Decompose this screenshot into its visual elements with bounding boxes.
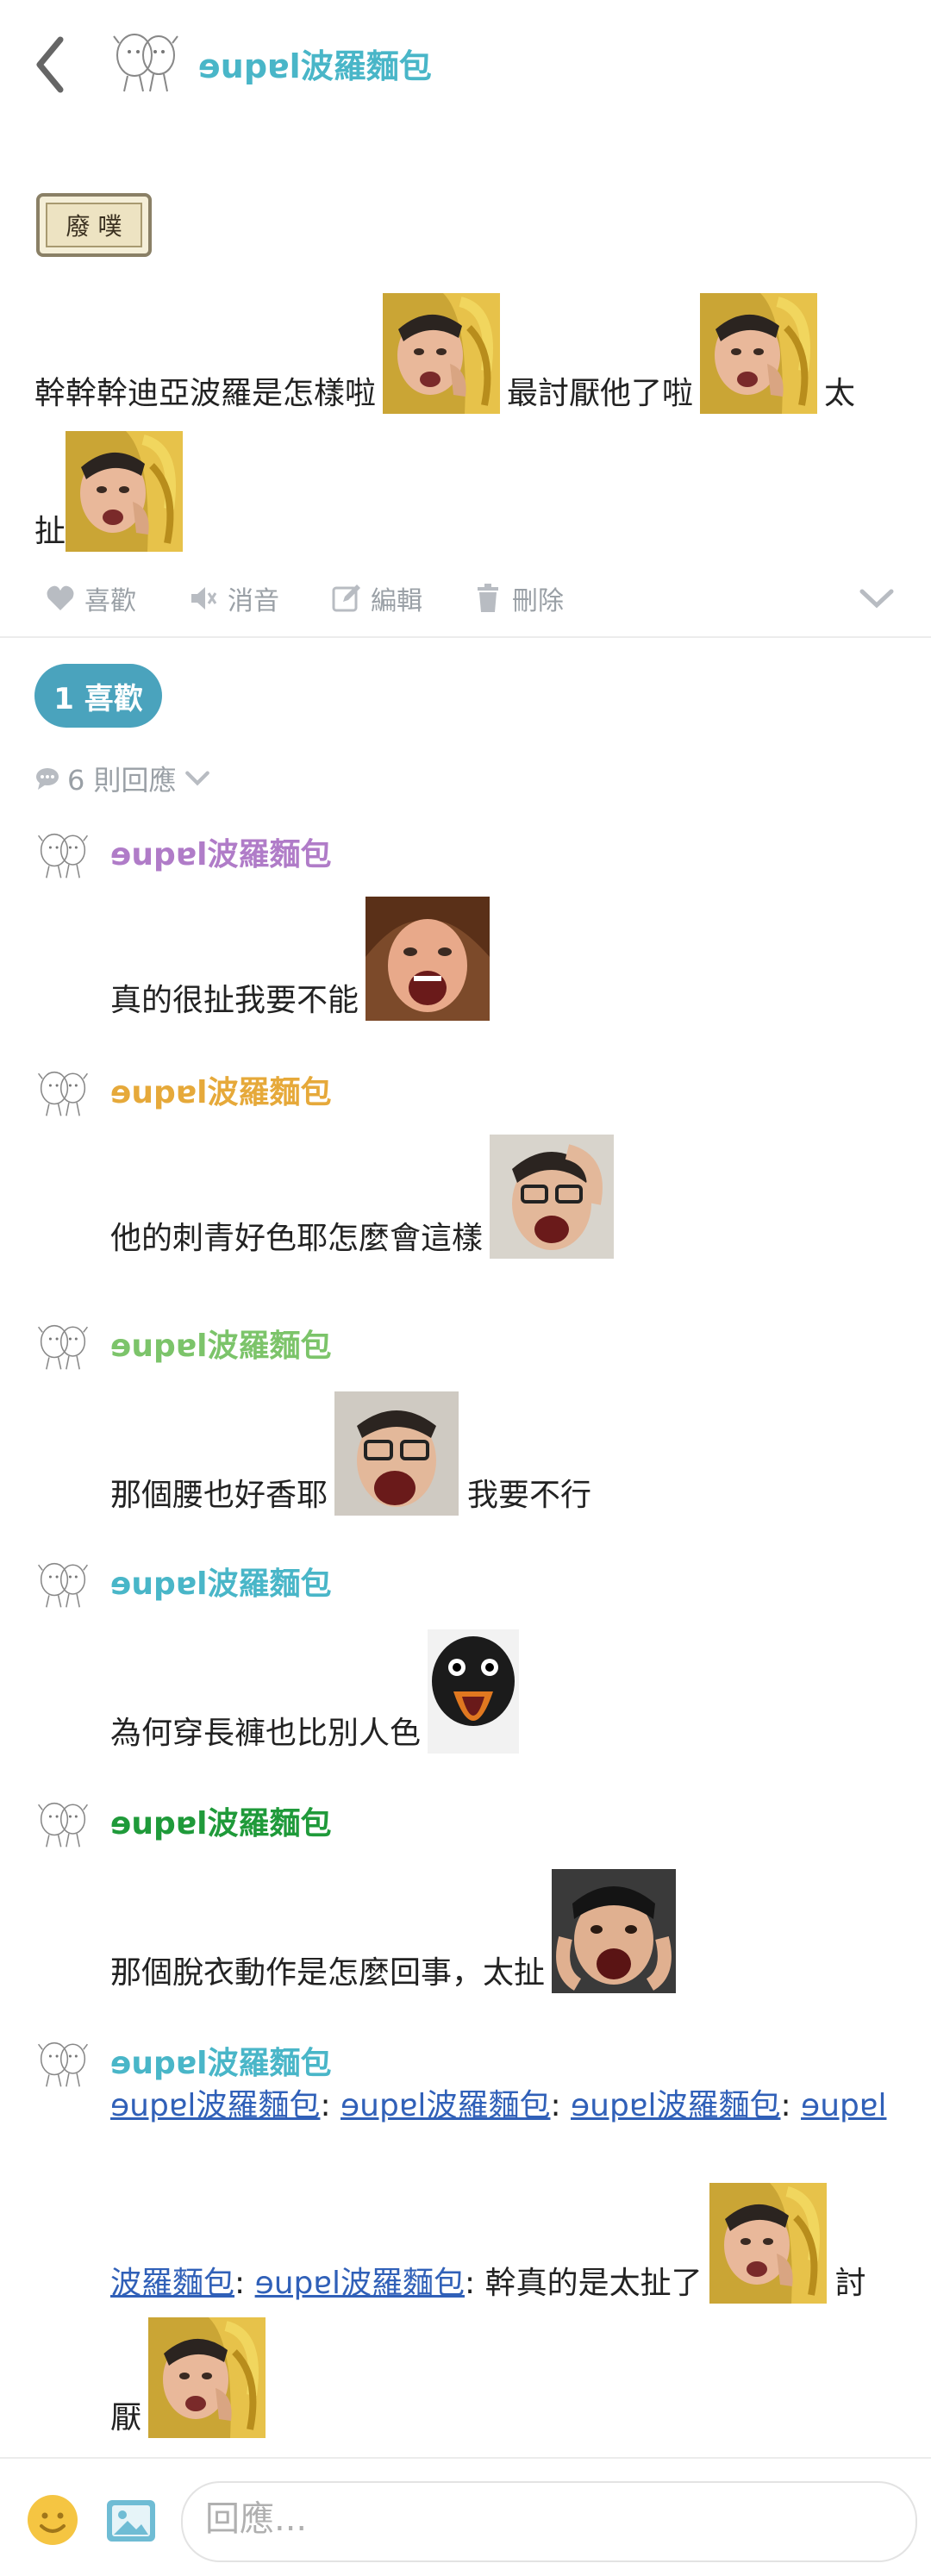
chevron-down-icon [184,771,209,786]
commenter-avatar[interactable] [34,1066,91,1122]
reply-input[interactable] [203,2498,879,2540]
comment-body: 他的刺青好色耶怎麼會這樣 [110,1135,615,1259]
like-button[interactable]: 喜歡 [45,579,136,617]
reply-input-bar [0,2457,931,2576]
reply-count-label: 6 則回應 [67,764,177,797]
mention-link[interactable]: 波羅麵包 [110,2266,234,2301]
comment-text: 為何穿長褲也比別人色 [110,1716,422,1751]
post-actions: 喜歡 消音 編輯 刪除 [0,569,931,636]
mention-link[interactable]: ɘupɐl波羅麵包 [571,2088,780,2123]
comment-text: 真的很扯我要不能 [110,983,359,1018]
post-text-4: 扯 [34,514,66,549]
screaming-man-emote[interactable] [552,1869,677,1993]
comment-text: 那個脫衣動作是怎麼回事，太扯 [110,1955,546,1991]
edit-button[interactable]: 編輯 [331,579,422,617]
mention-link[interactable]: ɘupɐl波羅麵包 [341,2088,550,2123]
banana-face-emote[interactable] [66,431,183,552]
mention-link[interactable]: ɘupɐl波羅麵包 [110,2088,320,2123]
reply-input-field[interactable] [181,2481,917,2562]
delete-button[interactable]: 刪除 [472,579,564,617]
comment-text: : 幹真的是太扯了 [465,2266,703,2301]
edit-icon [332,585,360,612]
likes-badge[interactable]: 1 喜歡 [34,664,162,728]
image-upload-icon[interactable] [103,2493,159,2548]
comment-text: 那個腰也好香耶 [110,1478,328,1513]
commenter-name[interactable]: ɘupɐl波羅麵包 [110,829,331,874]
comment-text-3: 厭 [110,2400,142,2435]
divider [0,636,931,638]
post-line-2: 扯 [34,431,190,552]
emoji-smiley-icon[interactable] [26,2493,79,2547]
mute-label: 消音 [228,586,279,616]
commenter-name[interactable]: ɘupɐl波羅麵包 [110,1559,331,1604]
commenter-avatar[interactable] [34,1557,91,1614]
screaming-woman-emote[interactable] [366,897,490,1021]
delete-label: 刪除 [512,586,564,616]
commenter-name[interactable]: ɘupɐl波羅麵包 [110,1321,331,1366]
comment-text-2: 我要不行 [467,1478,592,1513]
commenter-name[interactable]: ɘupɐl波羅麵包 [110,2038,331,2083]
screaming-penguin-emote[interactable] [428,1629,520,1754]
commenter-avatar[interactable] [34,1797,91,1854]
commenter-avatar[interactable] [34,1319,91,1376]
comment-text: 他的刺青好色耶怎麼會這樣 [110,1221,484,1256]
post-text-3: 太 [824,376,856,411]
reply-count-toggle[interactable]: 6 則回應 [34,759,211,798]
banana-face-emote[interactable] [709,2183,827,2304]
back-chevron-icon[interactable] [33,34,67,95]
comment-body: 真的很扯我要不能 [110,897,490,1021]
mute-button[interactable]: 消音 [188,579,279,617]
banana-face-emote[interactable] [148,2317,266,2438]
speaker-mute-icon [191,587,217,610]
fei-pu-sticker-icon: 廢 噗 [36,193,152,257]
like-label: 喜歡 [84,586,136,616]
glasses-man-emote[interactable] [490,1135,615,1259]
comment-text-2: 討 [834,2266,866,2301]
comment-mentions-line-1: ɘupɐl波羅麵包: ɘupɐl波羅麵包: ɘupɐl波羅麵包: ɘupɐl [110,2088,887,2123]
edit-label: 編輯 [371,586,422,616]
mention-link[interactable]: ɘupɐl [801,2088,886,2123]
post-text-1: 幹幹幹迪亞波羅是怎樣啦 [34,376,377,411]
post-text-2: 最討厭他了啦 [507,376,694,411]
comment-body: 為何穿長褲也比別人色 [110,1629,520,1754]
shouting-glasses-man-emote[interactable] [334,1391,459,1516]
comment-mentions-line-2: 波羅麵包: ɘupɐl波羅麵包: 幹真的是太扯了討 [110,2183,866,2304]
post-line-1: 幹幹幹迪亞波羅是怎樣啦 最討厭他了啦 太 [34,293,855,414]
commenter-avatar[interactable] [34,2036,91,2093]
sticker-text: 廢 噗 [66,212,122,241]
author-avatar[interactable] [109,26,183,100]
banana-face-emote[interactable] [383,293,500,414]
commenter-name[interactable]: ɘupɐl波羅麵包 [110,1067,331,1112]
comment-line-3: 厭 [110,2317,266,2438]
comment-body: 那個脫衣動作是怎麼回事，太扯 [110,1869,677,1993]
commenter-name[interactable]: ɘupɐl波羅麵包 [110,1798,331,1843]
author-name[interactable]: ɘupɐl波羅麵包 [198,40,432,87]
comment-body: 那個腰也好香耶 我要不行 [110,1391,591,1516]
chevron-down-icon[interactable] [859,586,895,612]
top-bar: ɘupɐl波羅麵包 [0,0,931,129]
banana-face-emote[interactable] [700,293,817,414]
speech-bubble-icon [36,768,59,790]
commenter-avatar[interactable] [34,828,91,885]
mention-link[interactable]: ɘupɐl波羅麵包 [255,2266,465,2301]
trash-icon [478,584,498,612]
heart-icon [47,585,74,610]
